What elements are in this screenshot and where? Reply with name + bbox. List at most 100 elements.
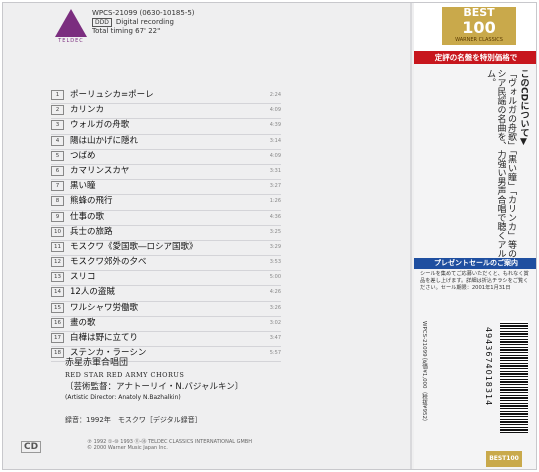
track-number: 13 [51,272,64,283]
recording-info: 録音：1992年 モスクワ［デジタル録音］ [65,416,202,424]
track-row: 8 熊蜂の飛行 1:26 [51,195,281,211]
track-duration: 4:39 [269,122,281,129]
track-duration: 4:36 [269,213,281,220]
track-title: スリコ [70,272,96,283]
track-title: 黒い瞳 [70,181,96,192]
track-number: 10 [51,226,64,237]
promo-body: シールを集めてご応募いただくと、もれなく賞品を差し上げます。詳細は折込チラシをご… [420,271,529,291]
obi-footer-logo: BEST100 [486,451,522,467]
track-title: 陽は山かげに隠れ [70,135,139,146]
track-duration: 4:09 [269,152,281,159]
track-duration: 3:47 [269,335,281,341]
track-number: 4 [51,135,64,146]
track-row: 10 兵士の旅路 3:25 [51,226,281,241]
copyright: ℗ 1992 ①-⑩ 1993 ⑪-⑱ TELDEC CLASSICS INTE… [87,439,252,451]
obi-strip: BEST 100 WARNER CLASSICS 定評の名盤を特別価格で このC… [414,3,536,469]
divider [410,3,412,469]
track-number: 18 [51,348,64,359]
track-number: 1 [51,90,64,100]
obi-heading: このCDについて▼ [518,69,529,148]
track-title: カリンカ [70,105,105,116]
promo-title: プレゼントセールのご案内 [414,258,536,269]
track-row: 1 ポーリュシカ=ポーレ 2:24 [51,89,281,105]
track-duration: 3:29 [269,243,281,250]
track-title: モスクワ《愛国歌―ロシア国歌》 [70,241,198,252]
label-logo: TELDEC [55,9,87,49]
track-row: 14 12人の盗賊 4:26 [51,286,281,302]
best100-logo: BEST 100 WARNER CLASSICS [442,7,516,45]
track-number: 12 [51,257,64,268]
digital-text: Digital recording [115,18,174,26]
track-number: 7 [51,181,64,192]
track-duration: 4:09 [269,107,281,114]
price-banner: 定評の名盤を特別価格で [414,51,536,64]
track-duration: 1:26 [269,198,281,205]
track-row: 9 仕事の歌 4:36 [51,211,281,226]
track-row: 17 白樺は野に立てり 3:47 [51,332,281,348]
track-number: 17 [51,333,64,343]
obi-description: 「ヴォルガの舟歌」「黒い瞳」「カリンカ」等のロシア民謡の名曲を、力強い男声合唱で… [485,69,516,267]
track-number: 16 [51,317,64,328]
track-duration: 3:26 [269,304,281,311]
barcode-number: 4943674018314 [484,327,493,407]
track-title: 畫の歌 [70,317,96,328]
cd-back-cover: TELDEC WPCS-21099 (0630-10185-5) DDD Digi… [2,2,537,470]
track-row: 15 ワルシャワ労働歌 3:26 [51,302,281,317]
track-title: ワルシャワ労働歌 [70,302,139,313]
director-jp: 〔芸術監督：アナトーリイ・N.バジャルキン〕 [65,382,244,392]
track-row: 7 黒い瞳 3:27 [51,180,281,196]
track-number: 15 [51,302,64,313]
track-title: 12人の盗賊 [70,287,115,298]
track-duration: 5:57 [269,350,281,357]
track-title: モスクワ郊外の夕べ [70,257,147,268]
track-duration: 3:14 [269,137,281,144]
track-row: 2 カリンカ 4:09 [51,104,281,120]
track-title: ポーリュシカ=ポーレ [70,90,154,100]
digital-recording-line: DDD Digital recording [92,18,195,27]
track-number: 2 [51,105,64,116]
track-title: 白樺は野に立てり [70,333,139,343]
track-number: 8 [51,196,64,207]
track-title: 仕事の歌 [70,211,105,222]
hundred-text: 100 [462,18,496,37]
compact-disc-logo: CD [21,441,42,453]
track-duration: 4:26 [269,289,281,296]
track-title: つばめ [70,150,96,161]
track-row: 5 つばめ 4:09 [51,150,281,165]
series-text: WARNER CLASSICS [455,37,503,43]
track-duration: 3:53 [269,259,281,266]
artist-name-jp: 赤星赤軍合唱団 [65,358,129,368]
obi-header: BEST 100 WARNER CLASSICS [414,3,536,51]
track-number: 6 [51,165,64,176]
track-row: 11 モスクワ《愛国歌―ロシア国歌》 3:29 [51,241,281,257]
track-title: カマリンスカヤ [70,165,130,176]
label-name: TELDEC [58,38,84,44]
triangle-icon [55,9,87,37]
track-number: 3 [51,120,64,131]
track-duration: 5:00 [269,274,281,281]
ddd-icon: DDD [92,18,112,27]
track-row: 16 畫の歌 3:02 [51,317,281,332]
artist-block: 赤星赤軍合唱団 RED STAR RED ARMY CHORUS 〔芸術監督：ア… [65,355,243,401]
track-number: 11 [51,241,64,252]
track-list: 1 ポーリュシカ=ポーレ 2:24 2 カリンカ 4:09 3 ウォルガの舟歌 4:39 4 陽は山… [51,89,281,363]
track-number: 5 [51,150,64,161]
track-number: 9 [51,211,64,222]
catalog-number: WPCS-21099 (0630-10185-5) [92,9,195,17]
track-title: 兵士の旅路 [70,226,113,237]
total-timing: Total timing 67' 22" [92,27,161,35]
director-en: (Artistic Director: Anatoly N.Bazhalkin) [65,394,181,401]
track-duration: 3:27 [269,183,281,190]
track-duration: 3:25 [269,228,281,235]
track-row: 4 陽は山かげに隠れ 3:14 [51,135,281,150]
track-row: 3 ウォルガの舟歌 4:39 [51,119,281,135]
obi-side-text: WPCS-21099 定価¥1,000（税抜¥952） [421,321,427,425]
track-duration: 3:02 [269,319,281,326]
release-info: WPCS-21099 (0630-10185-5) DDD Digital rec… [92,9,195,36]
track-row: 13 スリコ 5:00 [51,271,281,287]
barcode-icon [500,321,528,433]
track-number: 14 [51,287,64,298]
track-row: 6 カマリンスカヤ 3:31 [51,165,281,181]
copyright-line-2: © 2000 Warner Music Japan Inc. [87,445,168,451]
track-title: ウォルガの舟歌 [70,120,130,131]
